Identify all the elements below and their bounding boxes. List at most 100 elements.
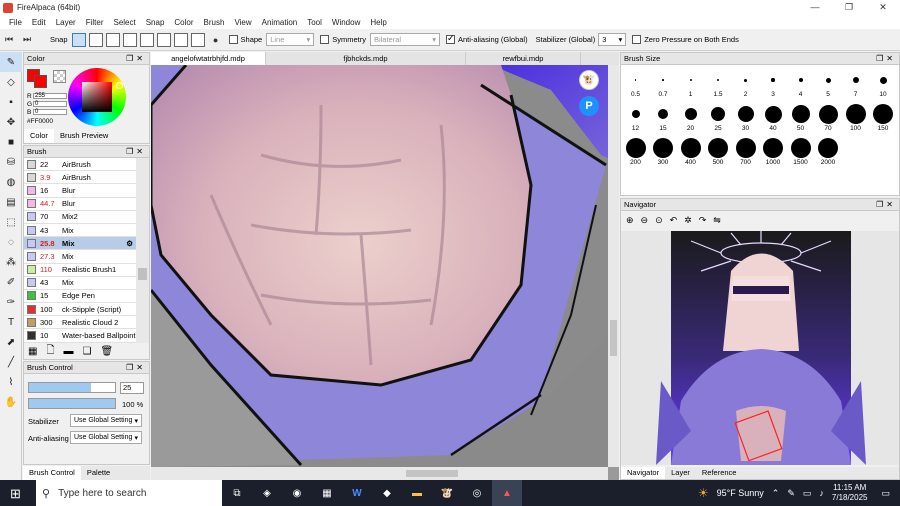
tab-color[interactable]: Color <box>24 129 54 143</box>
word-taskbar-icon[interactable]: W <box>342 480 372 506</box>
brush-settings-icon[interactable]: ▦ <box>28 346 37 357</box>
brush-size-option[interactable]: 2 <box>732 69 759 98</box>
brush-size-option[interactable]: 500 <box>705 137 732 166</box>
select-pen-tool-icon[interactable]: ✐ <box>0 272 22 292</box>
canvas-artwork[interactable] <box>151 65 619 467</box>
symmetry-select[interactable]: Bilateral ▾ <box>369 33 440 46</box>
eyedropper-tool-icon[interactable]: ⌇ <box>0 372 22 392</box>
brush-size-option[interactable]: 2000 <box>815 137 842 166</box>
canvas-area[interactable]: angelofwtatrbhjfd.mdp fjbhckds.mdp rewfb… <box>151 52 619 480</box>
brush-size-option[interactable]: 5 <box>815 69 842 98</box>
brush-size-option[interactable]: 1.5 <box>705 69 732 98</box>
file-explorer-icon[interactable]: ▬ <box>402 480 432 506</box>
brush-tool-icon[interactable]: ✎ <box>0 52 22 72</box>
restore-button[interactable]: ❐ <box>832 2 866 13</box>
lasso-tool-icon[interactable]: ◌ <box>0 232 22 252</box>
cow-app-taskbar-icon[interactable]: 🐮 <box>432 480 462 506</box>
symmetry-checkbox[interactable] <box>320 35 330 44</box>
brush-size-option[interactable]: 1500 <box>787 137 814 166</box>
volume-icon[interactable]: ♪ <box>819 488 824 498</box>
folder-icon[interactable]: ▬ <box>64 346 74 357</box>
brush-list-item[interactable]: 43 Mix <box>24 276 136 290</box>
picsart-taskbar-icon[interactable]: ◈ <box>252 480 282 506</box>
shape-checkbox[interactable] <box>228 35 238 44</box>
duplicate-brush-icon[interactable]: ❏ <box>83 346 92 357</box>
menu-color[interactable]: Color <box>169 18 198 27</box>
panel-controls-icon[interactable]: ❐✕ <box>876 200 899 209</box>
r-slider[interactable]: 255 <box>33 93 67 99</box>
clock[interactable]: 11:15 AM 7/18/2025 <box>832 483 868 503</box>
doc-tab-rewfbui[interactable]: rewfbui.mdp <box>466 52 581 65</box>
brush-opacity-slider[interactable] <box>28 398 116 409</box>
zero-pressure-checkbox[interactable] <box>632 35 642 44</box>
brush-list-item[interactable]: 22 AirBrush <box>24 158 136 172</box>
brush-size-option[interactable]: 40 <box>760 103 787 132</box>
gradient-tool-icon[interactable]: ▤ <box>0 192 22 212</box>
minimize-button[interactable]: — <box>798 2 832 13</box>
new-brush-icon[interactable]: 🗋 <box>46 343 54 360</box>
snap-grid-icon[interactable] <box>191 32 206 47</box>
fill-tool-icon[interactable]: ◍ <box>0 172 22 192</box>
brush-size-option[interactable]: 15 <box>650 103 677 132</box>
divide-tool-icon[interactable]: ╱ <box>0 352 22 372</box>
tab-reference[interactable]: Reference <box>696 467 743 479</box>
snap-curve-icon[interactable] <box>174 32 189 47</box>
snap-radial-icon[interactable] <box>140 32 155 47</box>
shape-select[interactable]: Line ▾ <box>266 33 315 46</box>
brush-size-option[interactable]: 10 <box>870 69 897 98</box>
text-tool-icon[interactable]: T <box>0 312 22 332</box>
overlay-app-icon[interactable]: 🐮 <box>579 70 599 90</box>
brush-size-option[interactable]: 3 <box>760 69 787 98</box>
brush-size-slider[interactable] <box>28 382 116 393</box>
chrome-taskbar-icon[interactable]: ◎ <box>462 480 492 506</box>
secondary-color-swatch[interactable] <box>34 75 47 88</box>
panel-controls-icon[interactable]: ❐✕ <box>126 363 149 372</box>
prev-frame-icon[interactable]: ⏮ <box>2 33 16 47</box>
brush-size-input[interactable]: 25 <box>120 382 144 394</box>
tab-brush-preview[interactable]: Brush Preview <box>54 129 114 143</box>
zoom-out-icon[interactable]: ⊖ <box>641 215 649 226</box>
brush-list-item[interactable]: 27.3 Mix <box>24 250 136 264</box>
brush-list-item[interactable]: 3.9 AirBrush <box>24 171 136 185</box>
brush-list-scrollbar[interactable] <box>136 158 149 343</box>
photos-taskbar-icon[interactable]: ◆ <box>372 480 402 506</box>
brush-list-item[interactable]: 300 Realistic Cloud 2 <box>24 316 136 330</box>
brush-size-option[interactable]: 1 <box>677 69 704 98</box>
panel-controls-icon[interactable]: ❐✕ <box>876 54 899 63</box>
rotate-left-icon[interactable]: ↶ <box>670 215 678 226</box>
zoom-fit-icon[interactable]: ⊙ <box>655 215 663 226</box>
brush-list-item[interactable]: 43 Mix <box>24 223 136 238</box>
brush-size-option[interactable]: 50 <box>787 103 814 132</box>
camera-taskbar-icon[interactable]: ◉ <box>282 480 312 506</box>
next-frame-icon[interactable]: ⏭ <box>20 33 34 47</box>
menu-file[interactable]: File <box>4 18 27 27</box>
menu-select[interactable]: Select <box>108 18 140 27</box>
brush-list-item[interactable]: 110 Realistic Brush1 <box>24 263 136 277</box>
brush-list-item[interactable]: 100 ck-Stipple (Script) <box>24 303 136 317</box>
notification-icon[interactable]: ▭ <box>881 488 890 499</box>
tab-navigator[interactable]: Navigator <box>621 467 666 479</box>
stabilizer-select[interactable]: 3 ▾ <box>598 33 627 46</box>
windows-start-icon[interactable]: ⊞ <box>10 486 21 502</box>
magic-wand-tool-icon[interactable]: ⁂ <box>0 252 22 272</box>
move-tool-icon[interactable]: ✥ <box>0 112 22 132</box>
brush-size-option[interactable]: 300 <box>650 137 677 166</box>
canvas-vertical-scrollbar[interactable] <box>608 65 619 467</box>
snap-settings-icon[interactable]: ● <box>209 33 223 47</box>
transparent-color-swatch[interactable] <box>53 70 66 83</box>
color-wheel[interactable] <box>68 68 126 126</box>
brush-size-option[interactable]: 1000 <box>760 137 787 166</box>
brush-list-item[interactable]: 15 Edge Pen <box>24 289 136 304</box>
menu-filter[interactable]: Filter <box>81 18 109 27</box>
panel-controls-icon[interactable]: ❐✕ <box>126 54 149 63</box>
flip-icon[interactable]: ⇋ <box>713 215 721 226</box>
brush-list-item[interactable]: 16 Blur <box>24 184 136 198</box>
brush-size-option[interactable]: 0.5 <box>622 69 649 98</box>
brush-size-option[interactable]: 700 <box>732 137 759 166</box>
menu-snap[interactable]: Snap <box>141 18 170 27</box>
brush-size-option[interactable]: 100 <box>842 103 869 132</box>
delete-brush-icon[interactable]: 🗑 <box>100 346 113 357</box>
select-eraser-tool-icon[interactable]: ✑ <box>0 292 22 312</box>
panel-controls-icon[interactable]: ❐✕ <box>126 147 149 156</box>
menu-edit[interactable]: Edit <box>27 18 51 27</box>
